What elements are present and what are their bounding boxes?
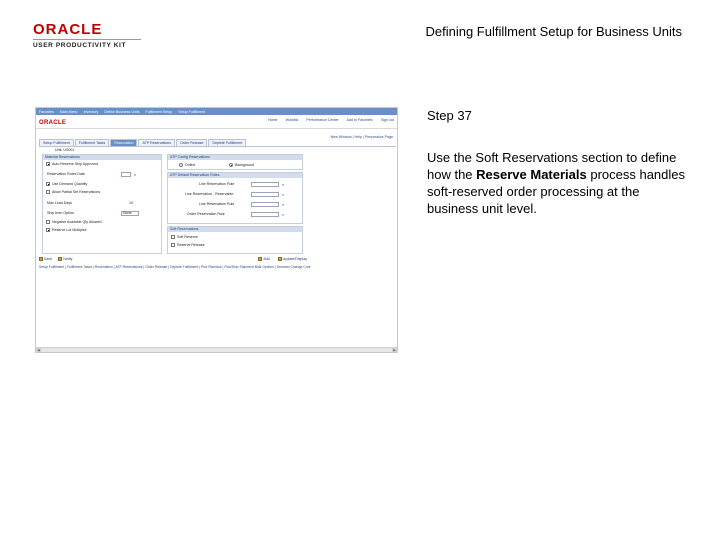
- reserve-multiples-label: Reserve Lot Multiples: [52, 228, 87, 232]
- top-links: Home Worklist Performance Center Add to …: [268, 118, 394, 122]
- atp-rule-field-4[interactable]: [251, 212, 279, 217]
- atp-rule-label-3: Line Reservation Rule: [199, 202, 235, 206]
- link-worklist[interactable]: Worklist: [286, 118, 299, 122]
- add-button-label: Add: [263, 257, 270, 261]
- soft-reserve-checkbox[interactable]: [171, 235, 175, 239]
- logo-product: USER PRODUCTIVITY KIT: [33, 42, 127, 49]
- link-performance[interactable]: Performance Center: [306, 118, 338, 122]
- background-label: Background: [235, 163, 255, 167]
- save-icon: [39, 257, 43, 261]
- footer-links[interactable]: Setup Fulfillment | Fulfillment Tasks | …: [39, 265, 310, 269]
- tab-atp-reservations[interactable]: ATP Reservations: [138, 139, 176, 146]
- atp-defaults-header: ATP Default Reservation Rules: [168, 173, 302, 178]
- notify-icon: [58, 257, 63, 261]
- atp-rule-field-1[interactable]: [251, 182, 279, 187]
- action-bar: Save Notify: [39, 257, 72, 261]
- step-label: Step 37: [427, 108, 472, 123]
- soft-reservations-header: Soft Reservations: [168, 227, 302, 232]
- auto-reserve-checkbox[interactable]: [46, 162, 50, 166]
- application-screenshot: Favorites Main Menu Inventory Define Bus…: [35, 107, 398, 353]
- material-reservations-header: Material Reservations: [43, 155, 161, 160]
- reservation-rules-field[interactable]: [121, 172, 131, 177]
- update-icon: [277, 257, 282, 261]
- negative-allowed-label: Negative Available Qty Allowed: [52, 220, 102, 224]
- ship-from-option-value: None: [123, 211, 132, 215]
- logo-divider: [33, 39, 141, 40]
- atp-rule-field-2[interactable]: [251, 192, 279, 197]
- step-instruction: Use the Soft Reservations section to def…: [427, 149, 687, 217]
- max-lead-days-value[interactable]: 10: [129, 201, 133, 205]
- link-sign-out[interactable]: Sign out: [381, 118, 394, 122]
- add-icon: [258, 257, 263, 261]
- online-radio[interactable]: [179, 163, 183, 167]
- allow-partial-label: Allow Partial Set Reservations: [52, 190, 101, 194]
- atp-rule-label-4: Order Reservation Rule: [187, 212, 225, 216]
- auto-reserve-label: Auto Reserve Ship Approved: [52, 162, 99, 166]
- tab-reservation[interactable]: Reservation: [110, 139, 138, 146]
- notify-button-label: Notify: [63, 257, 73, 261]
- lookup-icon[interactable]: ⌕: [134, 172, 136, 177]
- app-logo: ORACLE: [39, 120, 67, 126]
- menu-bar: Favorites Main Menu Inventory Define Bus…: [36, 108, 397, 115]
- update-button-label: Update/Display: [282, 257, 307, 261]
- atp-config-group: ATP Config Reservations: [167, 154, 303, 170]
- page-tabs: Setup Fulfillment Fulfillment Tasks Rese…: [39, 139, 247, 146]
- max-lead-days-label: Max Lead Days: [47, 201, 72, 205]
- reservation-panel: Unit: US001 Material Reservations Auto R…: [39, 146, 396, 256]
- use-demand-qty-label: Use Demand Quantity: [52, 182, 88, 186]
- oracle-upk-logo: ORACLE USER PRODUCTIVITY KIT: [33, 22, 145, 49]
- unit-label: Unit: US001: [55, 148, 75, 152]
- tab-fulfillment-tasks[interactable]: Fulfillment Tasks: [74, 139, 110, 146]
- page-links[interactable]: New Window | Help | Personalize Page: [331, 135, 393, 139]
- lookup-icon[interactable]: ⌕: [282, 212, 284, 217]
- scroll-left-icon[interactable]: ◀: [36, 348, 41, 352]
- save-button[interactable]: Save: [39, 257, 52, 261]
- atp-rule-field-3[interactable]: [251, 202, 279, 207]
- add-button[interactable]: Add: [258, 257, 270, 261]
- link-home[interactable]: Home: [268, 118, 278, 122]
- atp-rule-label-1: Line Reservation Rule: [199, 182, 235, 186]
- atp-config-header: ATP Config Reservations: [168, 155, 302, 160]
- atp-rule-label-2: Line Reservation - Reservable: [185, 192, 234, 196]
- lookup-icon[interactable]: ⌕: [282, 182, 284, 187]
- use-demand-qty-checkbox[interactable]: [46, 182, 50, 186]
- ship-from-option-label: Ship from Option: [47, 211, 74, 215]
- lookup-icon[interactable]: ⌕: [282, 192, 284, 197]
- update-display-button[interactable]: Update/Display: [277, 257, 307, 261]
- tab-setup-fulfillment[interactable]: Setup Fulfillment: [39, 139, 74, 146]
- background-radio[interactable]: [229, 163, 233, 167]
- action-bar-right: Add Update/Display: [258, 257, 307, 261]
- notify-button[interactable]: Notify: [58, 257, 72, 261]
- nav-fulfillment-setup[interactable]: Fulfillment Setup: [146, 110, 173, 114]
- nav-define-bus[interactable]: Define Business Units: [104, 110, 139, 114]
- reserve-multiples-checkbox[interactable]: [46, 228, 50, 232]
- nav-setup-fulfillment[interactable]: Setup Fulfillment: [178, 110, 205, 114]
- online-label: Online: [185, 163, 196, 167]
- soft-reservations-group: Soft Reservations: [167, 226, 303, 254]
- save-button-label: Save: [44, 257, 53, 261]
- page-title: Defining Fulfillment Setup for Business …: [425, 24, 682, 39]
- soft-reserve-label: Soft Reserve: [177, 235, 198, 239]
- tab-deplete-fulfillment[interactable]: Deplete Fulfillment: [208, 139, 247, 146]
- tab-order-release[interactable]: Order Release: [176, 139, 208, 146]
- horizontal-scrollbar[interactable]: ◀ ▶: [36, 347, 397, 352]
- negative-allowed-checkbox[interactable]: [46, 220, 50, 224]
- nav-main-menu[interactable]: Main Menu: [60, 110, 78, 114]
- logo-brand: ORACLE: [33, 21, 103, 38]
- scroll-right-icon[interactable]: ▶: [392, 348, 397, 352]
- reserve-release-checkbox[interactable]: [171, 243, 175, 247]
- reserve-release-label: Reserve Release: [177, 243, 205, 247]
- link-add-favorites[interactable]: Add to Favorites: [347, 118, 373, 122]
- nav-inventory[interactable]: Inventory: [84, 110, 99, 114]
- allow-partial-checkbox[interactable]: [46, 190, 50, 194]
- instruction-bold: Reserve Materials: [476, 167, 587, 182]
- brand-bar: ORACLE Home Worklist Performance Center …: [36, 115, 397, 129]
- reservation-rules-label: Reservation Rules Date: [47, 172, 85, 176]
- lookup-icon[interactable]: ⌕: [282, 202, 284, 207]
- nav-favorites[interactable]: Favorites: [39, 110, 54, 114]
